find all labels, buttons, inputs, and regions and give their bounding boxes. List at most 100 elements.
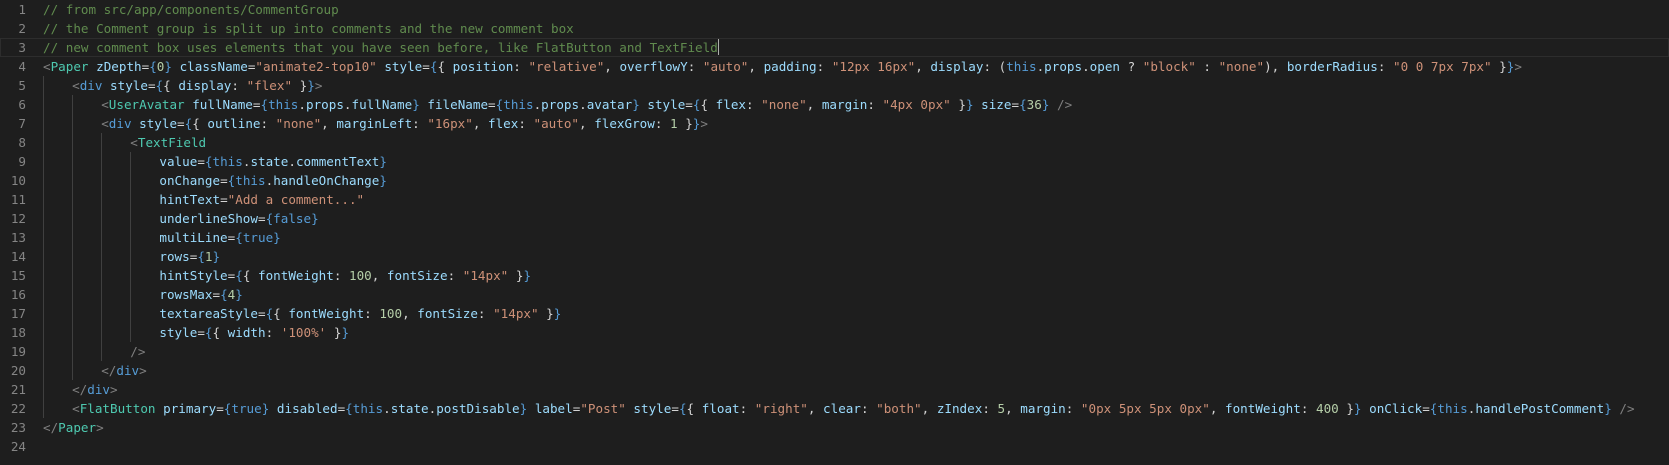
code-token: onClick [1369, 401, 1423, 416]
code-token: underlineShow [159, 211, 258, 226]
code-token: "4px 0px" [882, 97, 951, 112]
code-token: fontWeight [1225, 401, 1301, 416]
code-line[interactable]: 24 [0, 437, 1669, 456]
code-token: multiLine [159, 230, 228, 245]
code-line[interactable]: 16 rowsMax={4} [0, 285, 1669, 304]
code-token: } [235, 287, 243, 302]
indent-guide [43, 247, 44, 266]
code-token: this [1437, 401, 1468, 416]
code-token: , [915, 59, 931, 74]
code-token: { [163, 78, 179, 93]
code-token: } [1491, 59, 1507, 74]
code-line[interactable]: 20 </div> [0, 361, 1669, 380]
code-token: UserAvatar [108, 97, 185, 112]
code-token: onChange [159, 173, 221, 188]
code-line[interactable]: 15 hintStyle={{ fontWeight: 100, fontSize… [0, 266, 1669, 285]
code-token: { [192, 116, 208, 131]
code-token: FlatButton [79, 401, 156, 416]
code-line[interactable]: 10 onChange={this.handleOnChange} [0, 171, 1669, 190]
code-line[interactable]: 7 <div style={{ outline: "none", marginLe… [0, 114, 1669, 133]
code-token: // new comment box uses elements that yo… [43, 40, 718, 55]
code-line[interactable]: 14 rows={1} [0, 247, 1669, 266]
code-token: "none" [1218, 59, 1265, 74]
code-text: <Paper zDepth={0} className="animate2-to… [43, 57, 1522, 76]
code-text: /> [130, 342, 145, 361]
code-token: } [523, 268, 532, 283]
code-token: } [273, 230, 281, 245]
code-line[interactable]: 22 <FlatButton primary={true} disabled={t… [0, 399, 1669, 418]
indent-guide [43, 152, 44, 171]
code-token: ? [1120, 59, 1143, 74]
indent-guide [72, 133, 74, 152]
code-token: Paper [50, 59, 89, 74]
code-token: "both" [876, 401, 922, 416]
code-token: // the Comment group is split up into co… [43, 21, 574, 36]
code-token: , [1005, 401, 1021, 416]
code-token: this [1006, 59, 1037, 74]
code-token: label [534, 401, 573, 416]
indent-guide [101, 266, 103, 285]
code-line[interactable]: 4 <Paper zDepth={0} className="animate2-t… [0, 57, 1669, 76]
indent-guide [43, 304, 44, 323]
code-token: size [981, 97, 1012, 112]
code-line[interactable]: 19 /> [0, 342, 1669, 361]
code-token: display [930, 59, 984, 74]
code-token: props [306, 97, 344, 112]
code-token: { [212, 325, 228, 340]
code-token: } [1353, 401, 1362, 416]
indent-guide [72, 285, 74, 304]
code-token: "Add a comment..." [227, 192, 365, 207]
code-token: . [579, 97, 587, 112]
code-token: fullName [192, 97, 253, 112]
code-token: style [647, 97, 686, 112]
code-token: fontWeight [288, 306, 365, 321]
line-number: 9 [18, 154, 26, 169]
code-text: multiLine={true} [159, 228, 280, 247]
code-token: ), [1264, 59, 1287, 74]
code-line[interactable]: 5 <div style={{ display: "flex" }}> [0, 76, 1669, 95]
code-token: 5 [997, 401, 1006, 416]
code-line[interactable]: 12 underlineShow={false} [0, 209, 1669, 228]
code-line[interactable]: 23 </Paper> [0, 418, 1669, 437]
code-line[interactable]: 17 textareaStyle={{ fontWeight: 100, font… [0, 304, 1669, 323]
code-token: { [700, 97, 716, 112]
indent-guide [130, 247, 132, 266]
code-token: "0 0 7px 7px" [1393, 59, 1492, 74]
code-token: , [1209, 401, 1225, 416]
code-token: . [343, 97, 352, 112]
code-token: hintText [159, 192, 221, 207]
code-token: { [437, 59, 453, 74]
code-text: // the Comment group is split up into co… [43, 19, 574, 38]
code-line[interactable]: 13 multiLine={true} [0, 228, 1669, 247]
code-editor[interactable]: 1 // from src/app/components/CommentGroup… [0, 0, 1669, 465]
code-token: { [678, 401, 687, 416]
indent-guide [101, 171, 103, 190]
code-text: value={this.state.commentText} [159, 152, 387, 171]
code-token: this [503, 97, 534, 112]
code-line[interactable]: 11 hintText="Add a comment..." [0, 190, 1669, 209]
code-token: { [686, 401, 702, 416]
line-number: 6 [18, 97, 26, 112]
code-token: : [477, 306, 494, 321]
code-token: > [700, 116, 708, 131]
code-line[interactable]: 1 // from src/app/components/CommentGroup [0, 0, 1669, 19]
code-line[interactable]: 21 </div> [0, 380, 1669, 399]
code-token: } [292, 78, 308, 93]
indent-guide [130, 152, 132, 171]
code-text: rows={1} [159, 247, 220, 266]
code-line[interactable]: 18 style={{ width: '100%' }} [0, 323, 1669, 342]
code-token: : [982, 401, 998, 416]
code-token: "auto" [533, 116, 580, 131]
indent-guide [101, 152, 103, 171]
code-token: style [159, 325, 198, 340]
code-token: /> [1057, 97, 1073, 112]
code-line[interactable]: 2 // the Comment group is split up into c… [0, 19, 1669, 38]
code-line[interactable]: 9 value={this.state.commentText} [0, 152, 1669, 171]
code-token: : [1065, 401, 1081, 416]
code-token: { [242, 268, 258, 283]
code-line[interactable]: 8 <TextField [0, 133, 1669, 152]
code-line[interactable]: 3 // new comment box uses elements that y… [0, 38, 1669, 57]
code-token: marginLeft [336, 116, 413, 131]
code-line[interactable]: 6 <UserAvatar fullName={this.props.fullNa… [0, 95, 1669, 114]
